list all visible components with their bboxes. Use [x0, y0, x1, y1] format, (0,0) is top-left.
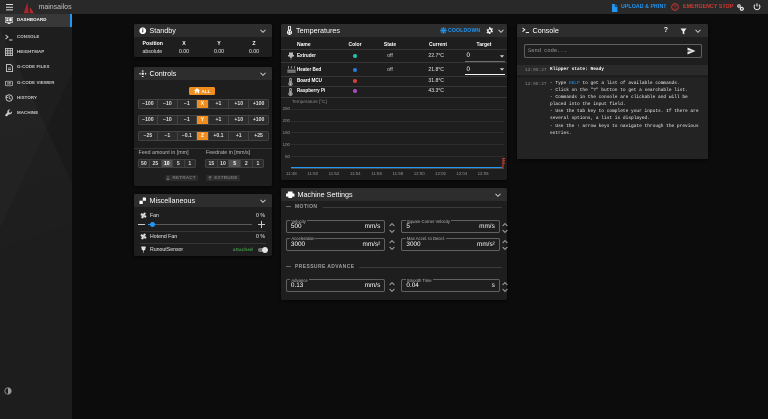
- svg-text:3D: 3D: [7, 81, 12, 85]
